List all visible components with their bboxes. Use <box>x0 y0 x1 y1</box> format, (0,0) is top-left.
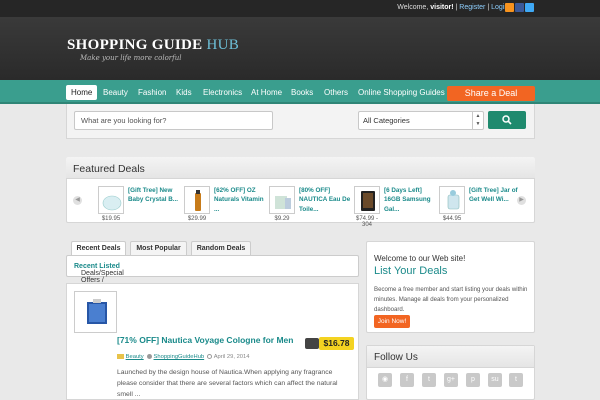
deal-thumbnail[interactable] <box>269 186 295 214</box>
tab-random-deals[interactable]: Random Deals <box>191 241 251 255</box>
deal-title[interactable]: [80% OFF] NAUTICA Eau De Toile... <box>299 186 351 214</box>
twitter-icon[interactable] <box>525 3 534 12</box>
post-meta: Beauty ShoppingGuideHub April 29, 2014 <box>117 354 249 360</box>
top-social <box>505 3 534 12</box>
deal-price: $74.99 - 304 <box>355 216 379 228</box>
post-thumbnail[interactable] <box>74 291 117 333</box>
deal-price: $29.99 <box>187 216 207 222</box>
register-link[interactable]: Register <box>459 4 485 11</box>
deal-title[interactable]: [Gift Tree] New Baby Crystal B... <box>128 186 180 205</box>
deal-title[interactable]: [62% OFF] OZ Naturals Vitamin ... <box>214 186 266 214</box>
post-price: $16.78 <box>319 337 354 350</box>
post-date: April 29, 2014 <box>213 354 250 361</box>
select-arrows-icon: ▲ ▼ <box>472 112 483 129</box>
tab-recent-deals[interactable]: Recent Deals <box>71 241 126 255</box>
breadcrumb: Deals/Special Offers / Recent Listed <box>66 255 359 284</box>
post-title[interactable]: [71% OFF] Nautica Voyage Cologne for Men <box>117 335 297 345</box>
deal-thumbnail[interactable] <box>439 186 465 214</box>
nav-kids[interactable]: Kids <box>171 85 197 100</box>
rss-icon[interactable] <box>505 3 514 12</box>
nav-online-shopping-guides[interactable]: Online Shopping Guides <box>353 85 450 100</box>
stumbleupon-icon[interactable]: su <box>488 373 502 387</box>
welcome-heading: Welcome to our Web site! <box>374 254 466 263</box>
carousel-prev-icon[interactable]: ◀ <box>73 196 82 205</box>
nav-home[interactable]: Home <box>66 85 98 100</box>
deal-title[interactable]: [6 Days Left] 16GB Samsung Gal... <box>384 186 436 214</box>
nav-beauty[interactable]: Beauty <box>98 85 133 100</box>
deal-price: $9.29 <box>274 216 290 222</box>
follow-header: Follow Us <box>367 346 534 368</box>
search-button[interactable] <box>488 111 526 129</box>
nav-fashion[interactable]: Fashion <box>133 85 171 100</box>
post-author-link[interactable]: ShoppingGuideHub <box>154 354 205 360</box>
share-deal-button[interactable]: Share a Deal <box>447 86 535 101</box>
welcome-widget: Welcome to our Web site! List Your Deals… <box>366 241 535 333</box>
site-header: SHOPPING GUIDE HUB Make your life more c… <box>0 17 600 80</box>
post-description: Launched by the design house of Nautica.… <box>117 369 338 398</box>
google-plus-icon[interactable]: g+ <box>444 373 458 387</box>
nav-electronics[interactable]: Electronics <box>198 85 247 100</box>
nav-at-home[interactable]: At Home <box>246 85 287 100</box>
facebook-icon[interactable] <box>515 3 524 12</box>
welcome-text: Welcome, visitor! | Register | Login | <box>397 4 512 11</box>
deal-thumbnail[interactable] <box>98 186 124 214</box>
deal-title[interactable]: [Gift Tree] Jar of Get Well Wi... <box>469 186 521 205</box>
list-deals-heading: List Your Deals <box>374 265 448 277</box>
nav-books[interactable]: Books <box>286 85 318 100</box>
featured-deal[interactable]: $19.95 [Gift Tree] New Baby Crystal B... <box>98 186 180 224</box>
twitter-icon[interactable]: t <box>422 373 436 387</box>
site-logo[interactable]: SHOPPING GUIDE HUB <box>67 37 239 54</box>
folder-icon <box>117 354 124 359</box>
top-bar: Welcome, visitor! | Register | Login | <box>0 0 600 17</box>
deal-thumbnail[interactable] <box>354 186 380 214</box>
featured-deal[interactable]: $44.95 [Gift Tree] Jar of Get Well Wi... <box>439 186 521 224</box>
featured-deal[interactable]: $29.99 [62% OFF] OZ Naturals Vitamin ... <box>184 186 266 224</box>
search-input[interactable]: What are you looking for? <box>74 111 273 130</box>
join-now-button[interactable]: Join Now! <box>374 315 410 328</box>
category-select[interactable]: All Categories ▲ ▼ <box>358 111 484 130</box>
follow-us-widget: Follow Us ◉ f t g+ p su t <box>366 345 535 400</box>
welcome-text-body: Become a free member and start listing y… <box>374 286 528 313</box>
deal-price: $19.95 <box>101 216 121 222</box>
featured-header: Featured Deals <box>66 157 535 179</box>
tumblr-icon[interactable]: t <box>509 373 523 387</box>
featured-deal[interactable]: $9.29 [80% OFF] NAUTICA Eau De Toile... <box>269 186 351 224</box>
price-tag-icon <box>305 338 319 349</box>
featured-deal[interactable]: $74.99 - 304 [6 Days Left] 16GB Samsung … <box>354 186 436 228</box>
breadcrumb-current[interactable]: Recent Listed <box>74 263 120 270</box>
deal-price: $44.95 <box>442 216 462 222</box>
nav-others[interactable]: Others <box>319 85 353 100</box>
facebook-icon[interactable]: f <box>400 373 414 387</box>
clock-icon <box>207 354 213 359</box>
search-icon <box>502 115 512 125</box>
post-category-link[interactable]: Beauty <box>126 354 144 360</box>
pinterest-icon[interactable]: p <box>466 373 480 387</box>
tab-most-popular[interactable]: Most Popular <box>130 241 187 255</box>
site-tagline: Make your life more colorful <box>80 54 182 62</box>
user-icon <box>146 354 152 359</box>
rss-icon[interactable]: ◉ <box>378 373 392 387</box>
deal-post: [71% OFF] Nautica Voyage Cologne for Men… <box>66 283 359 400</box>
deal-thumbnail[interactable] <box>184 186 210 214</box>
